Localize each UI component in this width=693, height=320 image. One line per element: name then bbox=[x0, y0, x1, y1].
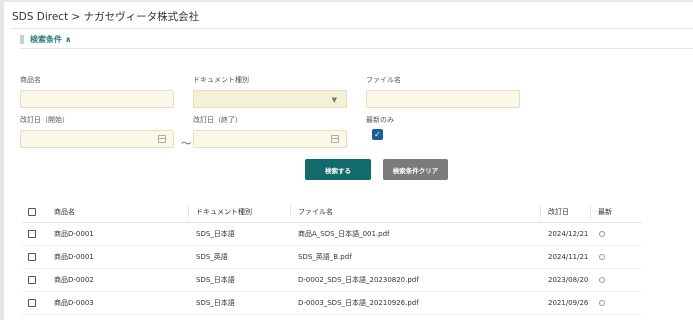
cell-rev-date: 2024/11/21 bbox=[548, 253, 589, 261]
header-file: ファイル名 bbox=[298, 207, 333, 216]
column-divider bbox=[290, 205, 291, 218]
latest-indicator-icon bbox=[599, 231, 605, 237]
doc-type-select[interactable]: ▼ bbox=[193, 90, 347, 108]
row-checkbox-cell[interactable] bbox=[28, 269, 36, 291]
page: SDS Direct > ナガセヴィータ株式会社 検索条件 ∧ 商品名 ドキュメ… bbox=[0, 0, 693, 320]
cell-doc-type: SDS_英語 bbox=[196, 253, 228, 261]
table-row[interactable]: 商品D-0001 SDS_日本語 商品A_SDS_日本語_001.pdf 202… bbox=[22, 223, 642, 246]
latest-radio-cell bbox=[599, 292, 605, 314]
product-name-input[interactable] bbox=[20, 90, 174, 108]
clear-conditions-button[interactable]: 検索条件クリア bbox=[383, 159, 448, 180]
section-marker-icon bbox=[20, 35, 24, 44]
latest-radio-cell bbox=[599, 269, 605, 291]
table-row[interactable]: 商品D-0003 SDS_日本語 D-0003_SDS_日本語_20210926… bbox=[22, 292, 642, 315]
calendar-icon[interactable] bbox=[158, 135, 166, 143]
latest-only-label: 最新のみ bbox=[366, 116, 394, 124]
row-checkbox[interactable] bbox=[28, 276, 36, 284]
results-table: 商品名 ドキュメント種別 ファイル名 改訂日 最新 商品D-0001 SDS_日… bbox=[22, 201, 642, 315]
breadcrumb: SDS Direct > ナガセヴィータ株式会社 bbox=[12, 11, 200, 23]
check-icon: ✓ bbox=[374, 129, 381, 139]
search-conditions-toggle[interactable]: 検索条件 ∧ bbox=[20, 34, 72, 45]
cell-rev-date: 2021/09/26 bbox=[548, 299, 589, 307]
header-rev-date: 改訂日 bbox=[548, 207, 569, 216]
header-doc-type: ドキュメント種別 bbox=[196, 207, 252, 216]
latest-only-checkbox[interactable]: ✓ bbox=[372, 129, 383, 140]
table-row[interactable]: 商品D-0001 SDS_英語 SDS_英語_B.pdf 2024/11/21 bbox=[22, 246, 642, 269]
latest-indicator-icon bbox=[599, 277, 605, 283]
chevron-up-icon: ∧ bbox=[65, 35, 72, 44]
cell-product: 商品D-0001 bbox=[54, 253, 94, 261]
product-name-label: 商品名 bbox=[20, 76, 41, 84]
cell-doc-type: SDS_日本語 bbox=[196, 299, 235, 307]
cell-file-link[interactable]: SDS_英語_B.pdf bbox=[298, 246, 352, 268]
cell-doc-type: SDS_日本語 bbox=[196, 230, 235, 238]
header-product: 商品名 bbox=[54, 207, 75, 216]
latest-indicator-icon bbox=[599, 300, 605, 306]
cell-rev-date: 2023/08/20 bbox=[548, 276, 589, 284]
table-header-row: 商品名 ドキュメント種別 ファイル名 改訂日 最新 bbox=[22, 201, 642, 223]
date-range-separator: ～ bbox=[181, 139, 191, 150]
row-checkbox[interactable] bbox=[28, 253, 36, 261]
row-checkbox[interactable] bbox=[28, 299, 36, 307]
row-checkbox-cell[interactable] bbox=[28, 223, 36, 245]
search-conditions-title: 検索条件 bbox=[30, 35, 62, 44]
row-checkbox[interactable] bbox=[28, 230, 36, 238]
rev-start-label: 改訂日（開始） bbox=[20, 116, 69, 124]
select-all-checkbox-cell[interactable] bbox=[28, 201, 36, 222]
column-divider bbox=[188, 205, 189, 218]
select-all-checkbox[interactable] bbox=[28, 207, 36, 216]
latest-indicator-icon bbox=[599, 254, 605, 260]
section-divider bbox=[20, 48, 693, 49]
breadcrumb-divider bbox=[12, 28, 693, 29]
chevron-down-icon: ▼ bbox=[331, 96, 337, 104]
cell-file-link[interactable]: D-0003_SDS_日本語_20210926.pdf bbox=[298, 292, 419, 314]
latest-radio-cell bbox=[599, 223, 605, 245]
rev-start-date-input[interactable] bbox=[20, 130, 174, 148]
cell-product: 商品D-0002 bbox=[54, 276, 94, 284]
search-button[interactable]: 検索する bbox=[305, 159, 371, 180]
latest-radio-cell bbox=[599, 246, 605, 268]
row-checkbox-cell[interactable] bbox=[28, 246, 36, 268]
column-divider bbox=[590, 205, 591, 218]
table-row[interactable]: 商品D-0002 SDS_日本語 D-0002_SDS_日本語_20230820… bbox=[22, 269, 642, 292]
rev-end-date-input[interactable] bbox=[193, 130, 347, 148]
cell-product: 商品D-0001 bbox=[54, 230, 94, 238]
column-divider bbox=[540, 205, 541, 218]
file-name-label: ファイル名 bbox=[366, 76, 401, 84]
rev-end-label: 改訂日（終了） bbox=[193, 116, 242, 124]
cell-file-link[interactable]: D-0002_SDS_日本語_20230820.pdf bbox=[298, 269, 419, 291]
row-checkbox-cell[interactable] bbox=[28, 292, 36, 314]
cell-rev-date: 2024/12/21 bbox=[548, 230, 589, 238]
cell-file-link[interactable]: 商品A_SDS_日本語_001.pdf bbox=[298, 223, 390, 245]
doc-type-label: ドキュメント種別 bbox=[193, 76, 249, 84]
file-name-input[interactable] bbox=[366, 90, 520, 108]
cell-product: 商品D-0003 bbox=[54, 299, 94, 307]
header-latest: 最新 bbox=[598, 207, 612, 216]
cell-doc-type: SDS_日本語 bbox=[196, 276, 235, 284]
calendar-icon[interactable] bbox=[331, 135, 339, 143]
